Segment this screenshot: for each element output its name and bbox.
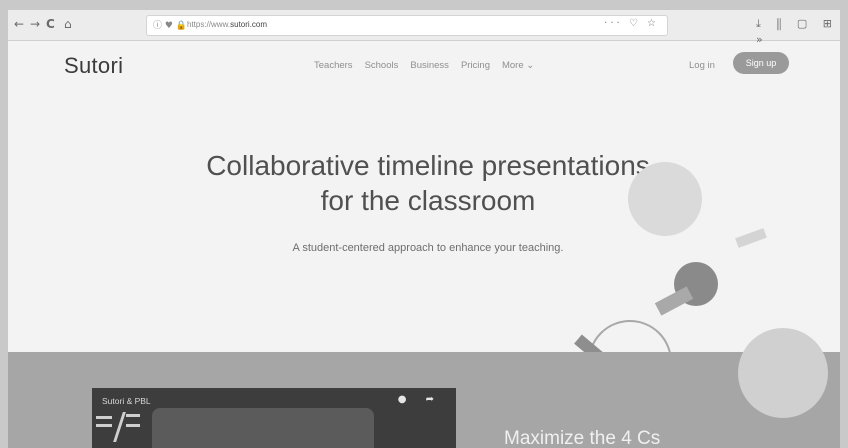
- url-prefix: https://www.: [187, 20, 231, 29]
- back-icon[interactable]: ←: [14, 16, 24, 32]
- login-link[interactable]: Log in: [689, 60, 715, 71]
- nav-schools[interactable]: Schools: [365, 60, 399, 71]
- nav-pricing[interactable]: Pricing: [461, 60, 490, 71]
- video-controls-icon[interactable]: ● ➦: [398, 394, 442, 405]
- section-heading: Maximize the 4 Cs: [504, 428, 661, 448]
- url-domain: sutori.com: [230, 20, 268, 29]
- site-logo[interactable]: Sutori: [64, 53, 123, 79]
- hero-title-line2: for the classroom: [320, 185, 536, 216]
- reload-icon[interactable]: C: [46, 16, 55, 32]
- decor-shard-light: [735, 228, 767, 248]
- toolbar-extensions-icon[interactable]: ⤓ ⫼ ▢ ⊞ »: [756, 16, 840, 48]
- decor-circle-large: [628, 162, 702, 236]
- hero-subtitle: A student-centered approach to enhance y…: [292, 242, 564, 254]
- decor-circle-band: [738, 328, 828, 418]
- video-player[interactable]: Sutori & PBL ● ➦: [92, 388, 456, 448]
- nav-more[interactable]: More ⌄: [502, 60, 534, 71]
- decor-shard-mid: [654, 286, 694, 316]
- forward-icon[interactable]: →: [30, 16, 40, 32]
- address-bar[interactable]: ⓘ ♥ 🔒 https://www.sutori.com ··· ♡ ☆: [146, 15, 668, 36]
- browser-toolbar: ← → C ⌂ ⓘ ♥ 🔒 https://www.sutori.com ···…: [8, 10, 840, 46]
- signup-button[interactable]: Sign up: [733, 52, 789, 74]
- nav-business[interactable]: Business: [410, 60, 449, 71]
- site-info-icon[interactable]: ⓘ ♥ 🔒: [153, 18, 187, 31]
- video-logo-icon: [96, 412, 140, 448]
- url-text[interactable]: https://www.sutori.com: [187, 20, 267, 29]
- hero-title: Collaborative timeline presentations for…: [158, 148, 698, 218]
- site-nav: Teachers Schools Business Pricing More ⌄: [314, 60, 534, 71]
- hero-title-line1: Collaborative timeline presentations: [206, 150, 650, 181]
- nav-teachers[interactable]: Teachers: [314, 60, 353, 71]
- browser-window: ← → C ⌂ ⓘ ♥ 🔒 https://www.sutori.com ···…: [8, 10, 840, 448]
- video-title: Sutori & PBL: [102, 396, 151, 406]
- home-icon[interactable]: ⌂: [64, 16, 72, 32]
- page-actions-icon[interactable]: ··· ♡ ☆: [604, 18, 659, 29]
- video-screen[interactable]: [152, 408, 374, 448]
